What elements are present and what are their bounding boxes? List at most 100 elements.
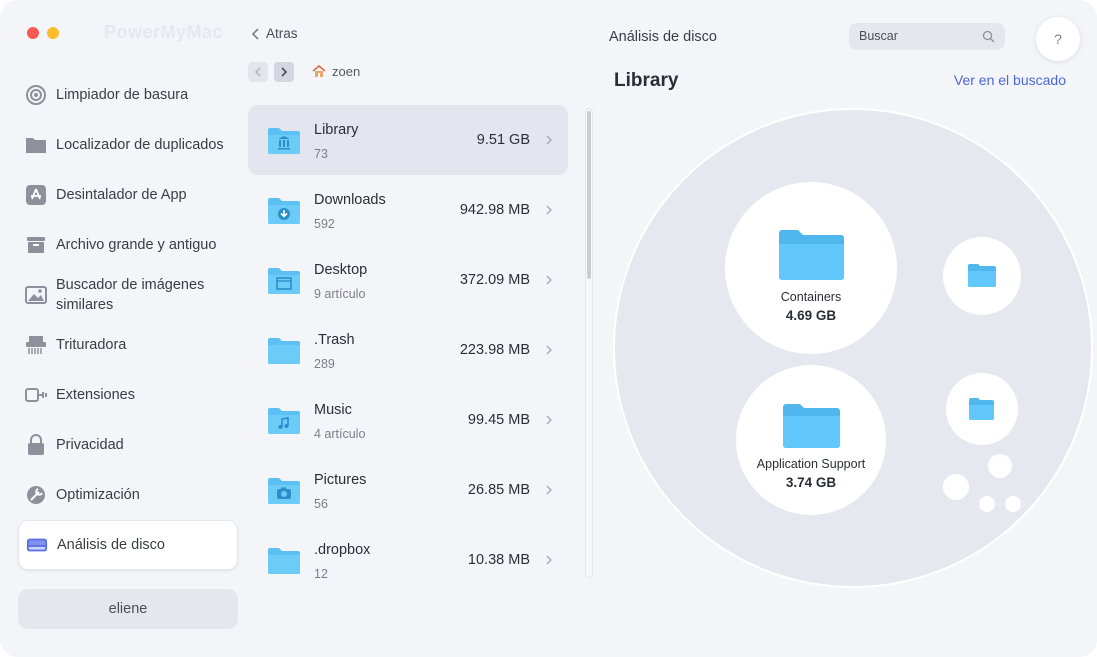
sidebar-item-duplicados[interactable]: Localizador de duplicados <box>18 120 238 170</box>
sidebar-item-imagenes[interactable]: Buscador de imágenes similares <box>18 270 238 320</box>
bubble-size: 4.69 GB <box>786 308 837 323</box>
lock-icon <box>25 434 47 456</box>
back-label: Atras <box>266 26 298 41</box>
chevron-right-icon <box>281 67 288 77</box>
file-name: Music <box>314 402 352 418</box>
desktop-folder-icon <box>268 268 300 294</box>
sidebar: PowerMyMac Limpiador de basura Localizad… <box>0 0 244 657</box>
file-size: 26.85 MB <box>467 482 530 498</box>
back-button[interactable]: Atras <box>252 26 298 41</box>
chevron-left-icon <box>252 27 259 40</box>
file-name: Library <box>314 122 359 138</box>
sidebar-item-analisis[interactable]: Análisis de disco <box>18 520 238 570</box>
file-name: Downloads <box>314 192 386 208</box>
user-account-button[interactable]: eliene <box>18 589 238 629</box>
chevron-right-icon <box>546 135 552 145</box>
folder-icon <box>268 548 300 574</box>
broom-target-icon <box>25 84 47 106</box>
folder-icon <box>969 398 994 420</box>
bubble-containers[interactable]: Containers 4.69 GB <box>725 182 897 354</box>
bubble-size: 3.74 GB <box>786 475 837 490</box>
sidebar-nav: Limpiador de basura Localizador de dupli… <box>18 70 238 570</box>
file-size: 9.51 GB <box>476 132 530 148</box>
breadcrumb[interactable]: zoen <box>312 64 360 79</box>
file-size: 99.45 MB <box>467 412 530 428</box>
sidebar-item-desintalador[interactable]: Desintalador de App <box>18 170 238 220</box>
bubble-name: Application Support <box>757 457 866 471</box>
chevron-right-icon <box>546 205 552 215</box>
list-item[interactable]: .dropbox 12 10.38 MB <box>248 525 568 595</box>
sidebar-item-label: Archivo grande y antiguo <box>56 237 217 253</box>
home-icon <box>312 65 326 77</box>
bubble-application-support[interactable]: Application Support 3.74 GB <box>736 365 886 515</box>
app-store-icon <box>25 184 47 206</box>
bubble-tiny-2[interactable] <box>943 474 969 500</box>
folder-icon <box>779 230 844 280</box>
bubble-small-1[interactable] <box>943 237 1021 315</box>
list-item[interactable]: Desktop 9 artículo 372.09 MB <box>248 245 568 315</box>
sidebar-item-extensiones[interactable]: Extensiones <box>18 370 238 420</box>
archive-box-icon <box>25 234 47 256</box>
sidebar-item-limpiador[interactable]: Limpiador de basura <box>18 70 238 120</box>
file-name: .Trash <box>314 332 355 348</box>
file-count: 12 <box>314 567 328 581</box>
bubble-name: Containers <box>781 290 841 304</box>
window-controls <box>27 27 59 39</box>
sidebar-item-archivo-grande[interactable]: Archivo grande y antiguo <box>18 220 238 270</box>
sidebar-item-label: Optimización <box>56 487 140 503</box>
library-folder-icon <box>268 128 300 154</box>
sidebar-item-label: Privacidad <box>56 437 124 453</box>
shredder-icon <box>25 334 47 356</box>
list-item[interactable]: Pictures 56 26.85 MB <box>248 455 568 525</box>
chevron-right-icon <box>546 345 552 355</box>
app-brand: PowerMyMac <box>104 22 224 42</box>
disk-analysis-panel: Análisis de disco Buscar ? Library Ver e… <box>598 0 1097 657</box>
sidebar-item-label: Desintalador de App <box>56 187 187 203</box>
list-item[interactable]: .Trash 289 223.98 MB <box>248 315 568 385</box>
bubble-container-outer <box>613 108 1093 588</box>
file-count: 73 <box>314 147 328 161</box>
scrollbar-thumb[interactable] <box>587 111 591 279</box>
chevron-right-icon <box>546 415 552 425</box>
file-size: 10.38 MB <box>467 552 530 568</box>
sidebar-item-optimizacion[interactable]: Optimización <box>18 470 238 520</box>
sidebar-item-label: Buscador de imágenes similares <box>56 277 205 313</box>
chevron-right-icon <box>546 555 552 565</box>
sidebar-item-trituradora[interactable]: Trituradora <box>18 320 238 370</box>
bubble-tiny-3[interactable] <box>979 496 995 512</box>
chevron-left-icon <box>254 67 261 77</box>
file-list: Library 73 9.51 GB Downloads 592 942.98 … <box>248 105 568 595</box>
app-window: PowerMyMac Limpiador de basura Localizad… <box>0 0 1097 657</box>
list-item[interactable]: Music 4 artículo 99.45 MB <box>248 385 568 455</box>
list-item[interactable]: Library 73 9.51 GB <box>248 105 568 175</box>
bubble-chart: Containers 4.69 GB Application Support 3… <box>613 108 1093 588</box>
nav-forward-button[interactable] <box>274 62 294 82</box>
image-icon <box>25 284 47 306</box>
chevron-right-icon <box>546 485 552 495</box>
folder-icon <box>268 338 300 364</box>
list-item[interactable]: Downloads 592 942.98 MB <box>248 175 568 245</box>
breadcrumb-label: zoen <box>332 64 361 79</box>
file-count: 9 artículo <box>314 287 366 301</box>
chevron-right-icon <box>546 275 552 285</box>
nav-back-button[interactable] <box>248 62 268 82</box>
plug-icon <box>25 384 47 406</box>
bubble-small-2[interactable] <box>946 373 1018 445</box>
file-name: Desktop <box>314 262 368 278</box>
file-count: 4 artículo <box>314 427 366 441</box>
close-window-button[interactable] <box>27 27 39 39</box>
history-nav <box>248 62 294 82</box>
folder-duplicate-icon <box>25 134 47 156</box>
minimize-window-button[interactable] <box>47 27 59 39</box>
file-size: 372.09 MB <box>459 272 530 288</box>
bubble-tiny-4[interactable] <box>1005 496 1021 512</box>
file-list-scrollbar[interactable] <box>585 108 593 578</box>
sidebar-item-label: Trituradora <box>56 337 127 353</box>
file-name: Pictures <box>314 472 367 488</box>
downloads-folder-icon <box>268 198 300 224</box>
sidebar-item-privacidad[interactable]: Privacidad <box>18 420 238 470</box>
file-count: 289 <box>314 357 335 371</box>
music-folder-icon <box>268 408 300 434</box>
bubble-tiny-1[interactable] <box>988 454 1012 478</box>
wrench-icon <box>25 484 47 506</box>
